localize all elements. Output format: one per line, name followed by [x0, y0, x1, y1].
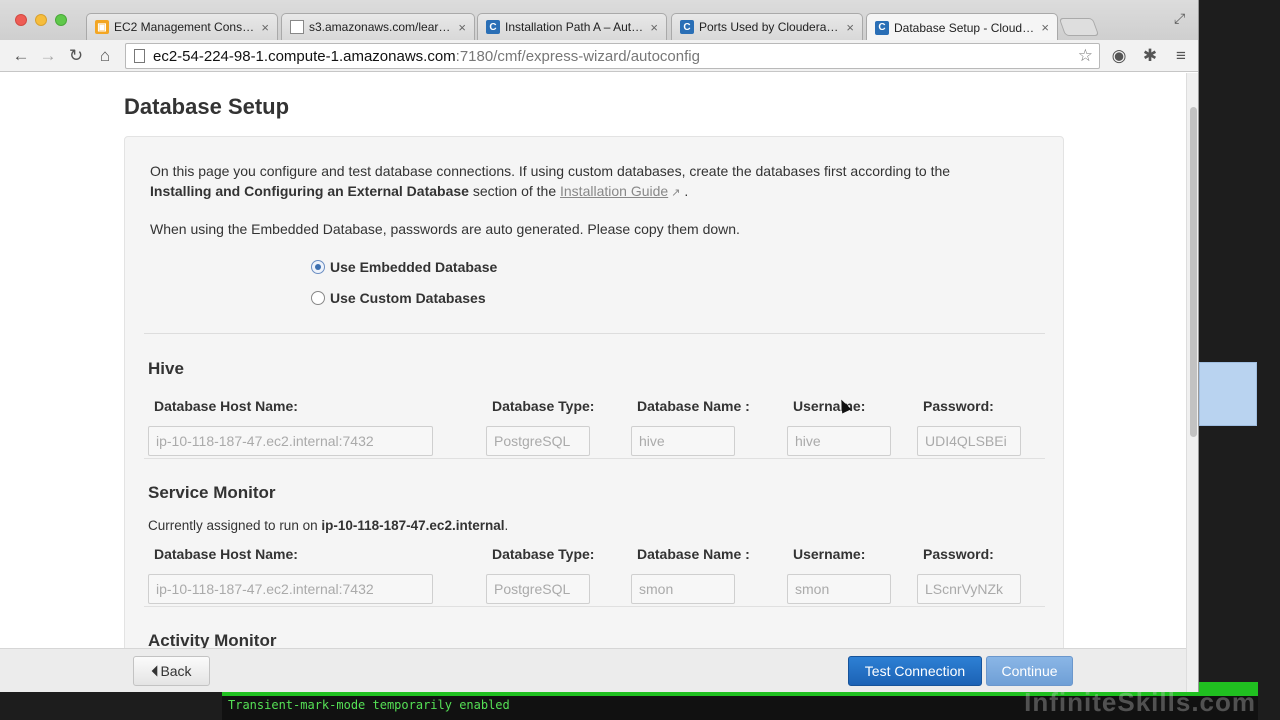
page-scrollbar[interactable] — [1186, 73, 1198, 692]
installation-guide-link[interactable]: Installation Guide — [560, 183, 668, 199]
continue-button[interactable]: Continue — [986, 656, 1073, 686]
tab-database-setup[interactable]: C Database Setup - Cloudera × — [866, 13, 1058, 41]
hive-host-label: Database Host Name: — [154, 398, 298, 414]
back-button[interactable]: ⏴ Back — [133, 656, 210, 686]
smon-user-field[interactable]: smon — [787, 574, 891, 604]
extension-icon[interactable]: ◉ — [1109, 46, 1129, 66]
radio-custom-databases[interactable]: Use Custom Databases — [311, 290, 486, 306]
page-icon — [134, 49, 145, 63]
hive-user-label: Username: — [793, 398, 866, 414]
smon-user-label: Username: — [793, 546, 866, 562]
smon-type-label: Database Type: — [492, 546, 595, 562]
url-host: ec2-54-224-98-1.compute-1.amazonaws.com — [153, 47, 456, 65]
window-maximize-button[interactable] — [55, 14, 67, 26]
reload-icon[interactable]: ↻ — [66, 46, 86, 66]
cloudera-icon: C — [680, 20, 694, 34]
ec2-icon: ▣ — [95, 20, 109, 34]
page-viewport: Database Setup On this page you configur… — [0, 73, 1186, 648]
row-divider — [144, 458, 1045, 459]
menu-icon[interactable]: ≡ — [1171, 46, 1191, 66]
intro-text: On this page you configure and test data… — [150, 163, 951, 179]
window-minimize-button[interactable] — [35, 14, 47, 26]
browser-toolbar: ← → ↻ ⌂ ec2-54-224-98-1.compute-1.amazon… — [0, 40, 1198, 72]
smon-name-label: Database Name : — [637, 546, 750, 562]
tab-installation-path[interactable]: C Installation Path A – Autom × — [477, 13, 667, 40]
close-icon[interactable]: × — [846, 20, 854, 35]
home-icon[interactable]: ⌂ — [95, 46, 115, 66]
tab-strip: ▣ EC2 Management Console × s3.amazonaws.… — [0, 0, 1198, 41]
wizard-footer: ⏴ Back Test Connection Continue — [0, 648, 1186, 692]
smon-assigned-host: ip-10-118-187-47.ec2.internal — [321, 518, 505, 533]
hive-name-label: Database Name : — [637, 398, 750, 414]
document-icon — [290, 20, 304, 34]
smon-name-field[interactable]: smon — [631, 574, 735, 604]
close-icon[interactable]: × — [650, 20, 658, 35]
tab-s3[interactable]: s3.amazonaws.com/learn… × — [281, 13, 475, 40]
page-title: Database Setup — [124, 94, 290, 119]
embedded-note: When using the Embedded Database, passwo… — [150, 221, 740, 237]
hive-host-field[interactable]: ip-10-118-187-47.ec2.internal:7432 — [148, 426, 433, 456]
radio-unchecked-icon[interactable] — [311, 291, 325, 305]
cloudera-icon: C — [875, 20, 889, 35]
smon-password-label: Password: — [923, 546, 994, 562]
bookmark-star-icon[interactable]: ☆ — [1078, 46, 1093, 66]
close-icon[interactable]: × — [261, 20, 269, 35]
hive-type-label: Database Type: — [492, 398, 595, 414]
close-icon[interactable]: × — [458, 20, 466, 35]
smon-password-field[interactable]: LScnrVyNZk — [917, 574, 1021, 604]
external-link-icon: ↗ — [668, 187, 681, 199]
window-close-button[interactable] — [15, 14, 27, 26]
close-icon[interactable]: × — [1041, 20, 1049, 35]
intro-bold: Installing and Configuring an External D… — [150, 183, 469, 199]
smon-assignment-text: Currently assigned to run on ip-10-118-1… — [148, 518, 509, 533]
smon-section-title: Service Monitor — [148, 483, 276, 502]
database-setup-panel: On this page you configure and test data… — [124, 136, 1064, 648]
amon-section-title: Activity Monitor — [148, 631, 277, 648]
section-divider — [144, 333, 1045, 334]
new-tab-button[interactable] — [1058, 18, 1100, 36]
smon-host-field[interactable]: ip-10-118-187-47.ec2.internal:7432 — [148, 574, 433, 604]
hive-password-label: Password: — [923, 398, 994, 414]
smon-host-label: Database Host Name: — [154, 546, 298, 562]
bug-extension-icon[interactable]: ✱ — [1140, 46, 1160, 66]
address-bar[interactable]: ec2-54-224-98-1.compute-1.amazonaws.com:… — [125, 43, 1100, 69]
tab-ports[interactable]: C Ports Used by Cloudera Ma × — [671, 13, 863, 40]
hive-user-field[interactable]: hive — [787, 426, 891, 456]
terminal-message: Transient-mark-mode temporarily enabled — [228, 698, 510, 712]
radio-checked-icon[interactable] — [311, 260, 325, 274]
row-divider — [144, 606, 1045, 607]
smon-type-field[interactable]: PostgreSQL — [486, 574, 590, 604]
hive-section-title: Hive — [148, 359, 184, 378]
hive-password-field[interactable]: UDI4QLSBEi — [917, 426, 1021, 456]
hive-type-field[interactable]: PostgreSQL — [486, 426, 590, 456]
tab-ec2-console[interactable]: ▣ EC2 Management Console × — [86, 13, 278, 40]
scrollbar-thumb[interactable] — [1190, 107, 1197, 437]
forward-arrow-icon[interactable]: → — [38, 46, 58, 66]
expand-icon[interactable]: ⤢ — [1174, 10, 1185, 27]
radio-embedded-database[interactable]: Use Embedded Database — [311, 259, 497, 275]
cloudera-icon: C — [486, 20, 500, 34]
hive-name-field[interactable]: hive — [631, 426, 735, 456]
desktop-window-fragment — [1199, 362, 1257, 426]
back-chevron-icon: ⏴ — [151, 662, 159, 679]
test-connection-button[interactable]: Test Connection — [848, 656, 982, 686]
intro-text-line2: Installing and Configuring an External D… — [150, 183, 689, 199]
url-path: :7180/cmf/express-wizard/autoconfig — [455, 47, 700, 65]
browser-window: ▣ EC2 Management Console × s3.amazonaws.… — [0, 0, 1199, 692]
back-arrow-icon[interactable]: ← — [11, 46, 31, 66]
